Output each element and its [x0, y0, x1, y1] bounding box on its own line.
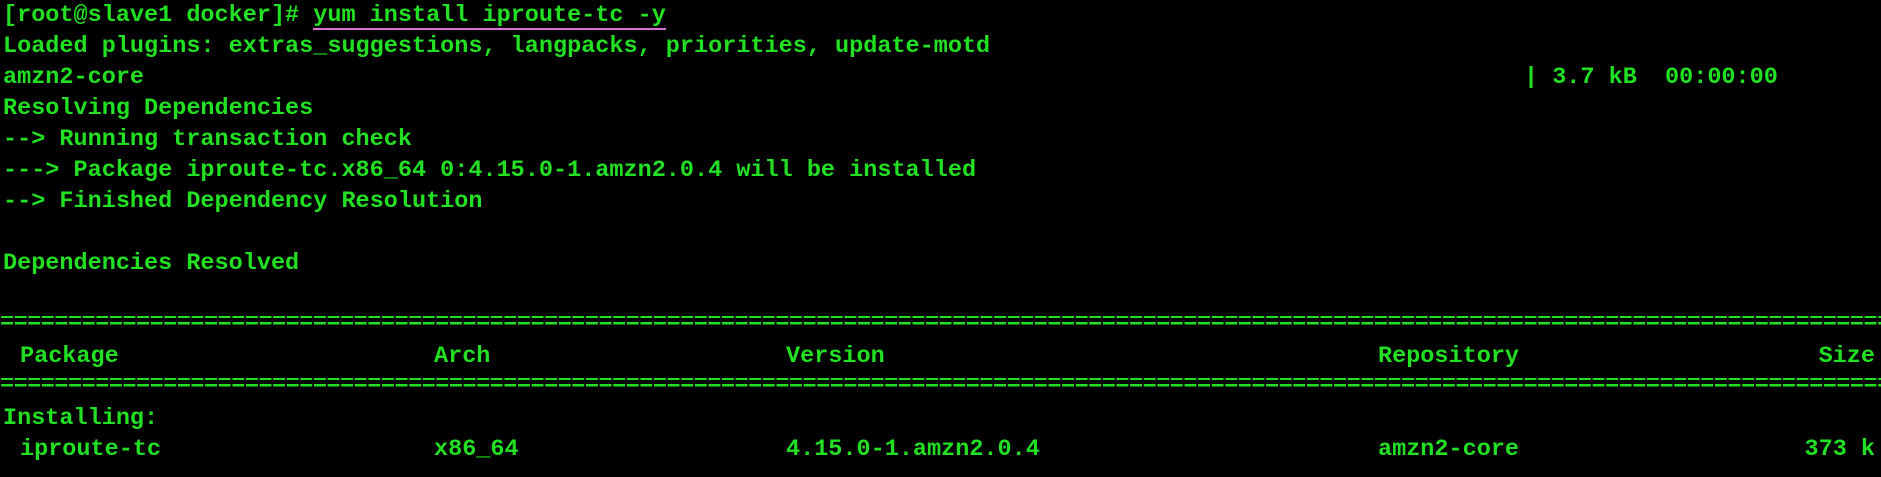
- terminal-window[interactable]: [root@slave1 docker]# yum install iprout…: [0, 0, 1881, 477]
- table-bottom-rule: ========================================…: [0, 378, 1881, 392]
- row-arch: x86_64: [434, 436, 519, 463]
- shell-prompt: [root@slave1 docker]#: [3, 2, 314, 29]
- header-arch: Arch: [434, 343, 491, 370]
- output-resolving: Resolving Dependencies: [3, 95, 314, 122]
- header-version: Version: [786, 343, 885, 370]
- row-package: iproute-tc: [20, 436, 162, 463]
- command-highlight-underline: [313, 28, 666, 30]
- table-top-rule: ========================================…: [0, 316, 1881, 330]
- output-repo-stats: | 3.7 kB 00:00:00: [1524, 64, 1778, 91]
- section-installing: Installing:: [3, 405, 159, 432]
- header-package: Package: [20, 343, 119, 370]
- header-repository: Repository: [1378, 343, 1520, 370]
- output-dependencies-resolved: Dependencies Resolved: [3, 250, 300, 277]
- output-finished: --> Finished Dependency Resolution: [3, 188, 483, 215]
- command-text: yum install iproute-tc -y: [313, 0, 666, 31]
- command-line: [root@slave1 docker]# yum install iprout…: [3, 0, 666, 31]
- row-size: 373 k: [1804, 436, 1875, 463]
- output-plugins: Loaded plugins: extras_suggestions, lang…: [3, 33, 991, 60]
- row-repository: amzn2-core: [1378, 436, 1520, 463]
- row-version: 4.15.0-1.amzn2.0.4: [786, 436, 1040, 463]
- command-string: yum install iproute-tc -y: [313, 2, 666, 29]
- header-size: Size: [1818, 343, 1875, 370]
- output-package-line: ---> Package iproute-tc.x86_64 0:4.15.0-…: [3, 157, 977, 184]
- output-transaction-check: --> Running transaction check: [3, 126, 412, 153]
- output-repo-name: amzn2-core: [3, 64, 145, 91]
